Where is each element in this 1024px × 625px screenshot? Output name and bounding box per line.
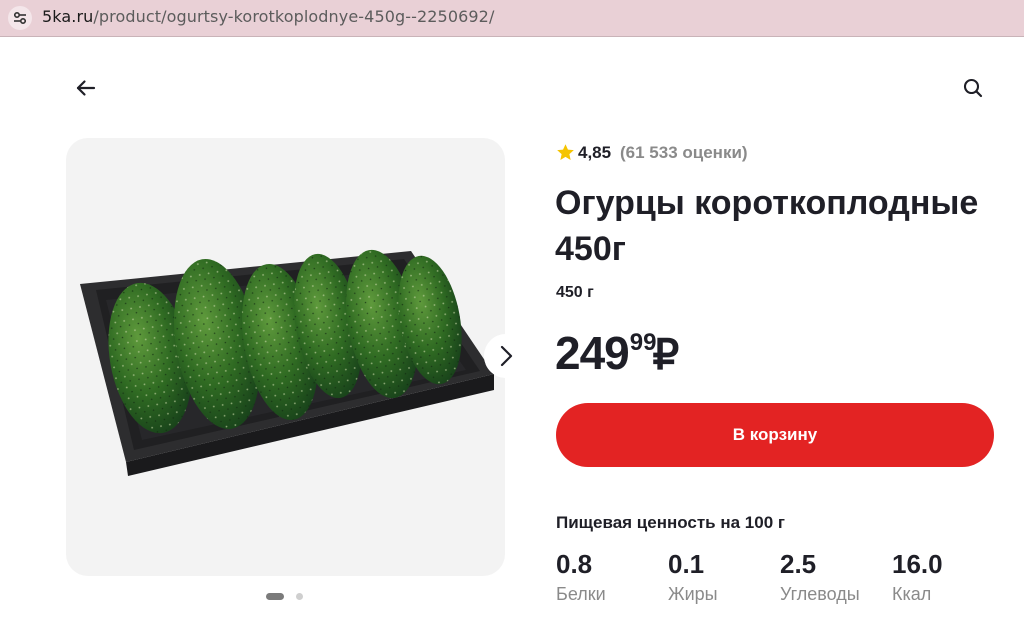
nutrient-value: 0.1	[668, 549, 705, 579]
url-path: /product/ogurtsy-korotkoplodnye-450g--22…	[93, 7, 495, 26]
star-icon	[557, 144, 574, 161]
nutrient-fat: 0.1 Жиры	[668, 548, 718, 608]
gallery-next-button[interactable]	[484, 334, 528, 378]
url-text[interactable]: 5ka.ru/product/ogurtsy-korotkoplodnye-45…	[42, 7, 494, 27]
product-weight: 450 г	[556, 284, 594, 301]
price-cents: 99	[629, 329, 657, 356]
product-image	[80, 249, 494, 476]
price-currency: ₽	[652, 331, 680, 378]
search-button[interactable]	[960, 75, 986, 101]
nutrient-protein: 0.8 Белки	[556, 548, 606, 608]
arrow-left-icon	[76, 80, 96, 96]
pagination-dot[interactable]	[296, 593, 303, 600]
site-settings-icon[interactable]	[8, 6, 32, 30]
nutrient-carbs: 2.5 Углеводы	[780, 548, 860, 608]
nutrition-title: Пищевая ценность на 100 г	[556, 513, 785, 532]
nutrient-label: Жиры	[668, 584, 718, 604]
nutrient-label: Белки	[556, 584, 606, 604]
pagination-dot-active[interactable]	[266, 593, 284, 600]
nutrient-value: 2.5	[780, 549, 817, 579]
browser-address-bar[interactable]: 5ka.ru/product/ogurtsy-korotkoplodnye-45…	[0, 0, 1024, 37]
nutrient-label: Ккал	[892, 584, 932, 604]
nutrient-value: 0.8	[556, 549, 593, 579]
rating-value: 4,85	[578, 143, 612, 162]
price-main: 249	[555, 327, 630, 379]
nutrient-label: Углеводы	[780, 584, 860, 604]
search-icon	[963, 78, 983, 98]
rating-count: (61 533 оценки)	[620, 143, 748, 162]
product-gallery[interactable]	[66, 138, 505, 576]
back-button[interactable]	[73, 75, 99, 101]
nutrient-kcal: 16.0 Ккал	[892, 548, 943, 608]
product-title: Огурцы короткоплодные 450г	[555, 184, 979, 268]
product-price: 24999₽	[555, 326, 679, 382]
add-to-cart-button[interactable]: В корзину	[556, 403, 994, 467]
nutrient-value: 16.0	[892, 549, 943, 579]
url-domain: 5ka.ru	[42, 7, 94, 26]
